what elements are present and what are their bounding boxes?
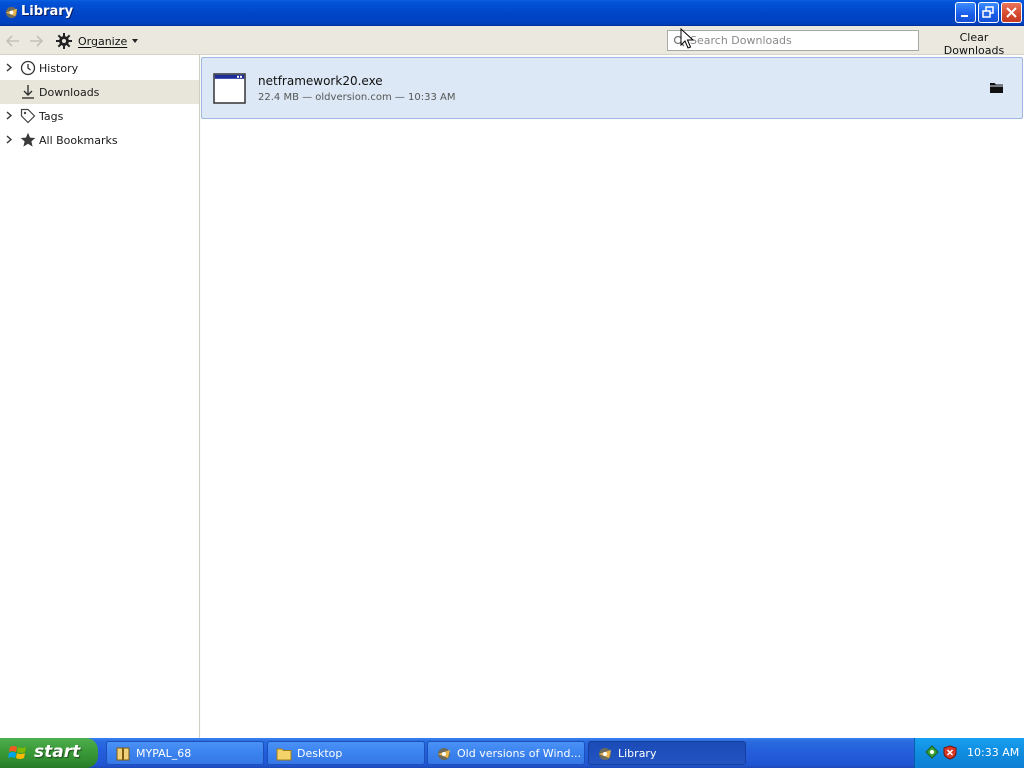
browser-icon [438,748,450,760]
browser-icon [599,748,611,760]
sidebar-item-tags[interactable]: Tags [0,104,199,128]
restore-icon [982,6,994,18]
tag-icon [20,108,36,124]
download-item[interactable]: netframework20.exe 22.4 MB — oldversion.… [201,57,1023,119]
organize-label: Organize [78,34,128,48]
start-label: start [34,742,81,762]
download-filename: netframework20.exe [258,74,383,88]
task-label: Desktop [297,747,343,760]
mouse-cursor-icon [680,28,695,49]
start-button[interactable]: start [0,738,98,768]
back-arrow-icon[interactable] [4,32,22,50]
forward-arrow-icon[interactable] [27,32,45,50]
task-desktop[interactable]: Desktop [267,741,425,765]
expand-twisty-icon[interactable] [6,63,12,72]
window-title: Library [21,4,74,19]
star-icon [20,132,36,147]
task-library[interactable]: Library [588,741,746,765]
task-label: MYPAL_68 [136,747,192,760]
download-arrow-icon [22,85,34,99]
windows-logo-icon [8,746,26,759]
folder-icon [276,748,292,761]
network-icon[interactable] [925,745,939,759]
task-old-versions[interactable]: Old versions of Wind... [427,741,585,765]
sidebar-item-label: Tags [39,110,64,123]
sidebar-item-label: Downloads [39,86,100,99]
expand-twisty-icon[interactable] [6,111,12,120]
sidebar: History Downloads Tags All Bookmarks [0,55,200,738]
search-box[interactable] [667,30,919,51]
sidebar-item-label: All Bookmarks [39,134,118,147]
gear-icon [56,33,72,49]
sidebar-item-history[interactable]: History [0,56,199,80]
close-button[interactable] [1001,2,1022,23]
security-shield-icon[interactable] [943,745,957,760]
dropdown-arrow-icon [132,39,139,43]
minimize-icon [961,15,968,17]
archive-icon [116,747,130,761]
clock-icon [20,60,36,76]
clear-downloads-button[interactable]: Clear Downloads [924,31,1024,57]
sidebar-item-label: History [39,62,79,75]
title-bar[interactable]: Library [0,0,1024,26]
download-details: 22.4 MB — oldversion.com — 10:33 AM [258,92,456,103]
organize-button[interactable]: Organize [55,30,139,52]
task-label: Old versions of Wind... [457,747,581,760]
sidebar-item-downloads[interactable]: Downloads [0,80,199,104]
search-input[interactable] [668,31,918,50]
toolbar: Organize Clear Downloads [0,26,1024,57]
task-mypal[interactable]: MYPAL_68 [106,741,264,765]
system-tray: 10:33 AM [914,738,1024,768]
expand-twisty-icon[interactable] [6,135,12,144]
minimize-button[interactable] [955,2,976,23]
executable-file-icon [213,73,246,104]
restore-button[interactable] [978,2,999,23]
task-label: Library [618,747,657,760]
sidebar-item-all-bookmarks[interactable]: All Bookmarks [0,128,199,152]
downloads-list: netframework20.exe 22.4 MB — oldversion.… [201,55,1024,738]
close-icon [1006,7,1017,18]
taskbar: start MYPAL_68 Desktop Old versions of W… [0,738,1024,768]
clock: 10:33 AM [967,746,1020,759]
app-icon [5,6,18,19]
open-folder-icon[interactable] [989,81,1004,94]
